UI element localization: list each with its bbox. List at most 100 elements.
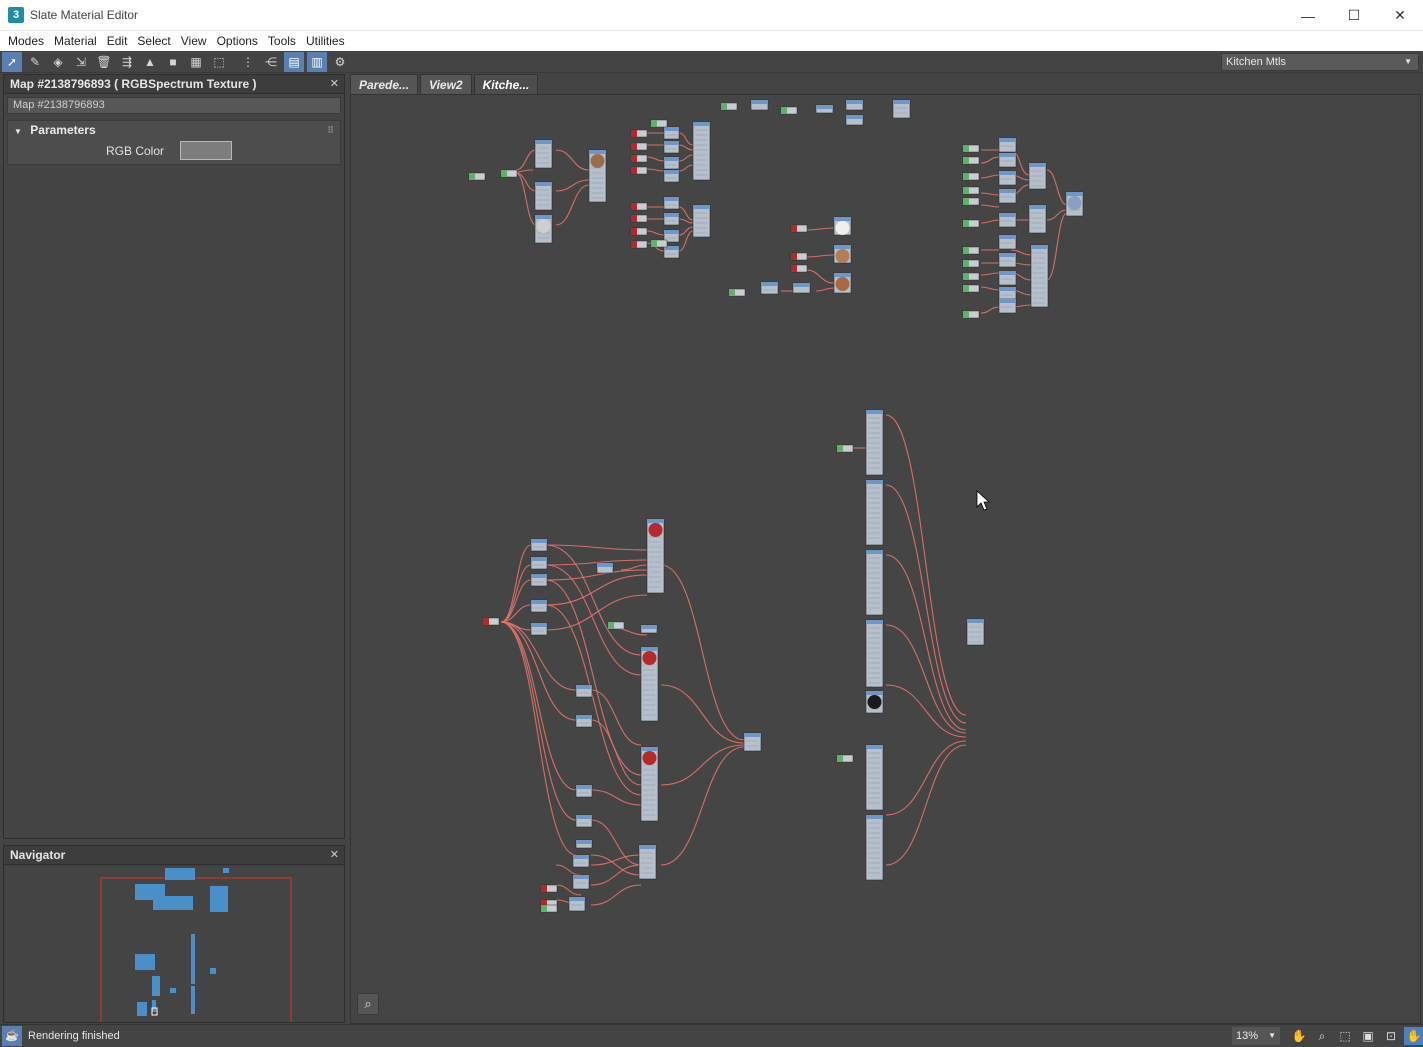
map-node-swatch [837,445,843,452]
settings-icon[interactable]: ⚙ [330,52,350,72]
select-by-material-icon[interactable]: ▥ [307,51,327,72]
node-header [569,897,585,901]
move-children-icon[interactable]: ⇶ [117,52,137,72]
view-navigation-tools: ✋ ⌕ ⬚ ▣ ⊡ ✋ [1286,1027,1423,1045]
layout-children-icon[interactable]: ⋲ [261,52,281,72]
node-view-canvas[interactable]: ⌕ [350,94,1421,1024]
map-node-swatch [963,285,969,292]
show-background-icon[interactable]: ▦ [186,52,206,72]
menu-modes[interactable]: Modes [3,34,49,48]
material-node [534,139,553,169]
menu-select[interactable]: Select [132,34,175,48]
map-node-swatch [631,228,637,235]
node-header [664,127,679,131]
wire [500,544,532,623]
layout-all-icon[interactable]: ⋮ [238,52,258,72]
zoom-extents-icon[interactable]: ▣ [1358,1027,1378,1045]
wire [555,149,590,171]
pick-material-icon[interactable]: ◈ [48,52,68,72]
node-header [999,299,1016,303]
node-header [573,875,589,879]
parameter-editor-header: Map #2138796893 ( RGBSpectrum Texture ) … [4,75,344,94]
delete-icon[interactable]: 🗑 [94,52,114,72]
pan-hand-icon[interactable]: ✋ [1289,1027,1309,1045]
assign-material-icon[interactable]: ⇲ [71,52,91,72]
tab-view2[interactable]: View2 [420,74,472,94]
map-name-field[interactable]: Map #2138796893 [7,97,341,114]
chevron-down-icon: ▼ [1404,57,1412,66]
pan-to-selected-icon[interactable]: ✋ [1404,1027,1423,1045]
binoculars-icon[interactable]: ⌕ [357,993,379,1015]
map-node-swatch [483,618,489,625]
tab-parede[interactable]: Parede... [350,74,419,94]
tab-kitchen[interactable]: Kitche... [473,74,539,94]
wire [980,272,1000,276]
zoom-icon[interactable]: ⌕ [1312,1027,1332,1045]
node-header [866,745,883,749]
map-node-swatch [791,225,797,232]
close-icon[interactable]: ✕ [330,846,339,865]
show-map-icon[interactable]: ⬚ [209,52,229,72]
node-header [999,287,1016,291]
map-node-swatch [631,143,637,150]
minimize-button[interactable]: — [1285,0,1331,31]
node-header [1029,163,1046,167]
node-header [967,619,984,623]
wire [1046,212,1068,281]
material-node [865,814,884,881]
view-selector-dropdown[interactable]: Kitchen Mtls ▼ [1221,53,1419,71]
select-tool-icon[interactable]: ➚ [2,51,22,72]
map-node-swatch [608,622,614,629]
wire [980,156,1000,164]
node-header [535,140,552,144]
menu-utilities[interactable]: Utilities [301,34,350,48]
wire [646,156,665,162]
window-controls: — ☐ ✕ [1285,0,1423,31]
navigator-view[interactable] [5,866,344,1022]
wire [805,227,835,231]
navigator-node-cluster [135,868,229,1016]
parameters-rollout-header[interactable]: ▼ Parameters ⠿ [8,121,340,139]
close-button[interactable]: ✕ [1377,0,1423,31]
node-header [647,519,664,523]
menu-edit[interactable]: Edit [102,34,133,48]
map-node-swatch [791,265,797,272]
map-node-swatch [781,107,787,114]
node-header [576,715,592,719]
show-shaded-icon[interactable]: ■ [163,52,183,72]
hide-unused-icon[interactable]: ▲ [140,52,160,72]
node-header [866,410,883,414]
map-node-swatch [791,253,797,260]
zoom-extents-selected-icon[interactable]: ⊡ [1381,1027,1401,1045]
menu-view[interactable]: View [176,34,212,48]
wire [678,230,694,252]
wire [805,254,835,258]
material-node [692,121,711,181]
material-node [638,844,657,880]
maximize-button[interactable]: ☐ [1331,0,1377,31]
wire [620,564,648,571]
map-node-swatch [963,247,969,254]
menu-material[interactable]: Material [49,34,102,48]
wire [555,179,590,192]
material-preview-sphere [590,154,605,168]
node-header [834,245,851,249]
close-icon[interactable]: ✕ [330,75,339,94]
node-header [846,100,863,104]
node-header [893,100,910,104]
node-header [641,647,658,651]
zoom-region-icon[interactable]: ⬚ [1335,1027,1355,1045]
zoom-level-dropdown[interactable]: 13% ▼ [1232,1027,1280,1045]
wire [980,204,1000,208]
menu-options[interactable]: Options [212,34,263,48]
eyedropper-icon[interactable]: ✎ [25,52,45,72]
wire [515,172,537,226]
menu-tools[interactable]: Tools [263,34,301,48]
node-header [576,815,592,819]
node-header [664,141,679,145]
node-header [846,115,863,119]
wire [980,192,1000,196]
material-parameter-editor-icon[interactable]: ▤ [284,51,304,72]
node-header [641,625,657,629]
rgb-color-swatch[interactable] [180,141,232,160]
